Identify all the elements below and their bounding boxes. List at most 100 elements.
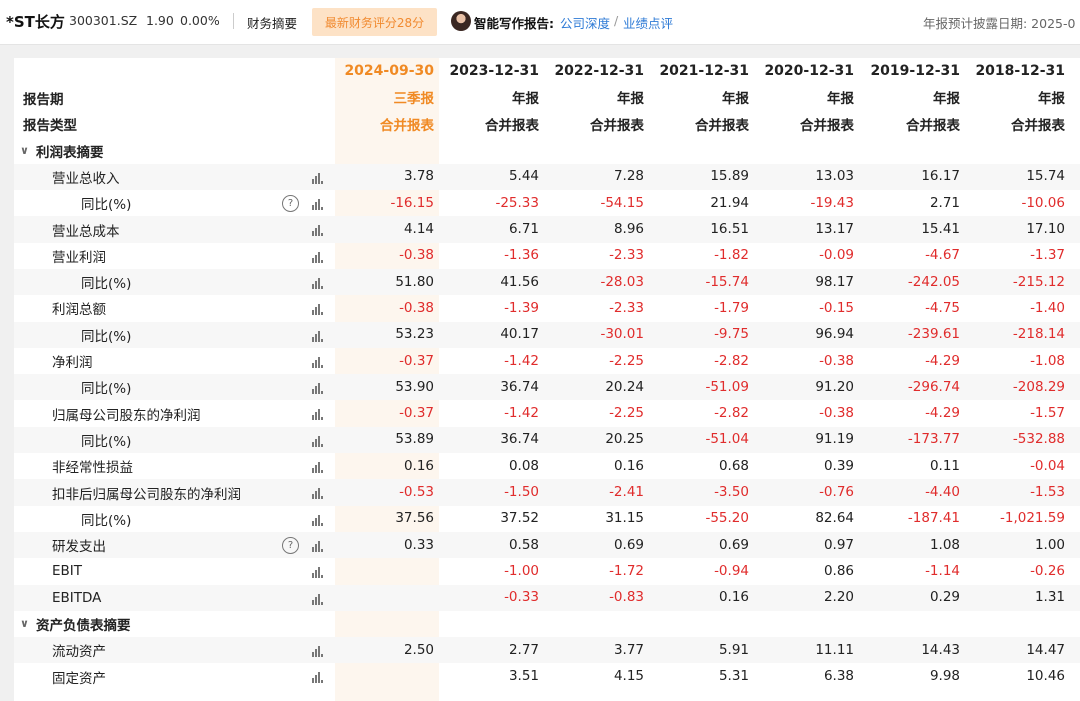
question-icon[interactable]: ?: [282, 536, 299, 554]
cell-text: -1,021.59: [1000, 510, 1065, 527]
cell-text: -51.09: [705, 378, 749, 395]
bar-chart-icon[interactable]: [312, 435, 324, 447]
value-cell: -3.50: [651, 479, 749, 505]
value-cell: 2.20: [756, 585, 854, 611]
cell-text: 5.44: [508, 168, 539, 185]
bar-chart-icon[interactable]: [312, 645, 324, 658]
value-cell: -1.53: [967, 479, 1065, 505]
financial-score-button[interactable]: 最新财务评分28分: [312, 8, 437, 36]
cell-text: 15.41: [921, 221, 960, 238]
tab-financial-summary[interactable]: 财务摘要: [247, 13, 297, 32]
cell-text: -0.94: [714, 562, 749, 579]
cell-text: -0.09: [819, 247, 854, 264]
bar-chart-icon[interactable]: [312, 671, 324, 684]
value-cell: 5.31: [651, 663, 749, 689]
bar-chart-icon[interactable]: [312, 172, 324, 184]
row-label: 流动资产: [52, 644, 106, 661]
value-cell: -0.15: [756, 295, 854, 321]
stock-code: 300301.SZ: [69, 13, 138, 28]
bar-chart-icon[interactable]: [312, 303, 324, 316]
value-cell: -0.83: [546, 585, 644, 611]
cell-text: -1.72: [609, 562, 644, 579]
table-row: 利润总额 -0.38 -1.39 -2.33 -1.79 -0.15 -4.75 -1.40: [14, 295, 1080, 321]
table-row: 同比(%) 53.90 36.74 20.24 -51.09 91.20 -296.74 -2…: [14, 374, 1080, 401]
value-cell: 96.94: [756, 322, 854, 348]
row-label: 固定资产: [52, 670, 106, 687]
value-cell: -218.14: [967, 322, 1065, 348]
value-cell: -9.75: [651, 322, 749, 348]
bar-chart-icon[interactable]: [312, 487, 324, 500]
bar-chart-icon[interactable]: [312, 593, 324, 605]
cell-text: 51.80: [395, 273, 434, 290]
value-cell: 17.10: [967, 216, 1065, 242]
bar-chart-icon[interactable]: [312, 461, 324, 474]
cell-text: 0.97: [823, 536, 854, 553]
bar-chart-icon[interactable]: [312, 277, 324, 289]
value-cell: 8.96: [546, 216, 644, 242]
cell-text: 3.77: [613, 641, 644, 658]
section-toggle[interactable]: ∨ 利润表摘要: [20, 138, 104, 164]
value-cell: -2.25: [546, 348, 644, 374]
header-cell: 合并报表: [546, 111, 644, 138]
value-cell: 36.74: [441, 427, 539, 453]
value-cell: -0.94: [651, 558, 749, 584]
value-cell: -1.36: [441, 243, 539, 269]
cell-text: -1.00: [504, 562, 539, 579]
stock-name: *ST长方: [6, 13, 65, 31]
cell-text: 7.28: [613, 168, 644, 185]
cell-text: 3.78: [403, 168, 434, 185]
section-toggle[interactable]: ∨ 资产负债表摘要: [20, 611, 131, 637]
financial-table: 2024-09-30 2023-12-31 2022-12-31 2021-12-31…: [14, 58, 1080, 690]
value-cell: 13.17: [756, 216, 854, 242]
value-cell: 0.39: [756, 453, 854, 479]
value-cell: -1.72: [546, 558, 644, 584]
value-cell: 21.94: [651, 190, 749, 216]
table-row: EBIT -1.00 -1.72 -0.94 0.86 -1.14 -0.26: [14, 558, 1080, 584]
value-cell: 0.29: [862, 585, 960, 611]
bar-chart-icon[interactable]: [312, 382, 324, 395]
performance-review-link[interactable]: 业绩点评: [623, 13, 673, 32]
section-header[interactable]: ∨ 资产负债表摘要: [14, 611, 1080, 637]
value-cell: 0.08: [441, 453, 539, 479]
header-cell: 年报: [862, 85, 960, 112]
cell-text: -2.41: [609, 484, 644, 500]
bar-chart-icon[interactable]: [312, 198, 324, 211]
cell-text: 0.08: [508, 457, 539, 474]
cell-text: -19.43: [810, 194, 854, 211]
value-cell: [336, 585, 434, 611]
cell-text: 2018-12-31: [975, 62, 1065, 79]
value-cell: -0.38: [756, 348, 854, 374]
bar-chart-icon[interactable]: [312, 224, 324, 237]
cell-text: 0.16: [613, 457, 644, 474]
cell-text: 合并报表: [380, 117, 434, 134]
table-row: 同比(%) 53.23 40.17 -30.01 -9.75 96.94 -239.61 -2…: [14, 321, 1080, 348]
header-cell: 2020-12-31: [756, 58, 854, 85]
section-header[interactable]: ∨ 利润表摘要: [14, 138, 1080, 164]
value-cell: 0.16: [651, 585, 749, 611]
row-label: 营业利润: [52, 249, 106, 266]
value-cell: -2.41: [546, 479, 644, 505]
header-cell: 年报: [546, 85, 644, 112]
value-cell: -16.15: [336, 190, 434, 216]
cell-text: -15.74: [705, 273, 749, 290]
cell-text: 15.89: [710, 168, 749, 185]
cell-text: 年报: [1038, 91, 1065, 108]
cell-text: -1.82: [714, 247, 749, 264]
value-cell: -2.82: [651, 348, 749, 374]
bar-chart-icon[interactable]: [312, 408, 324, 421]
bar-chart-icon[interactable]: [312, 330, 324, 342]
cell-text: 5.31: [718, 668, 749, 685]
cell-text: 合并报表: [485, 117, 539, 134]
cell-text: -55.20: [705, 510, 749, 527]
bar-chart-icon[interactable]: [312, 566, 324, 579]
value-cell: 9.98: [862, 663, 960, 689]
bar-chart-icon[interactable]: [312, 356, 324, 368]
question-icon[interactable]: ?: [282, 195, 299, 213]
value-cell: -0.38: [336, 243, 434, 269]
company-depth-link[interactable]: 公司深度: [560, 13, 610, 32]
bar-chart-icon[interactable]: [312, 540, 324, 552]
bar-chart-icon[interactable]: [312, 514, 324, 526]
row-label: 净利润: [52, 355, 93, 372]
bar-chart-icon[interactable]: [312, 251, 324, 263]
cell-text: -54.15: [600, 194, 644, 211]
